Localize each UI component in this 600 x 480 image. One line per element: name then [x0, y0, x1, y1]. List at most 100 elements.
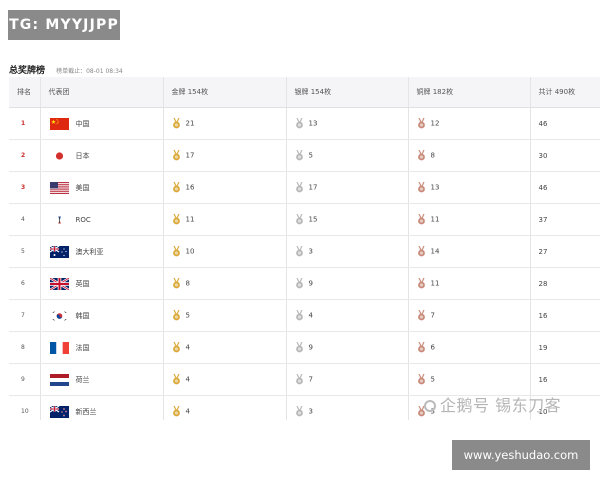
team-cell: 中国 — [40, 107, 164, 140]
australia-flag-icon — [49, 245, 69, 258]
usa-flag-icon — [49, 181, 69, 194]
gold-count: 8 — [185, 279, 190, 288]
page-title: 总奖牌榜 — [9, 66, 46, 76]
silver-cell: 4 — [286, 299, 409, 332]
total-cell: 37 — [530, 203, 600, 236]
gold-count: 4 — [185, 375, 190, 384]
rank-cell: 3 — [9, 171, 41, 204]
gold-medal-icon — [172, 278, 181, 289]
column-header-team[interactable]: 代表团 — [40, 77, 164, 108]
rank-cell: 6 — [9, 267, 41, 300]
bronze-medal-icon — [417, 278, 426, 289]
silver-medal-icon — [295, 118, 304, 129]
deadline-text: 榜单截止：08-01 08:34 — [56, 68, 123, 75]
table-row[interactable]: 1 中国 21 13 12 46 — [9, 107, 600, 140]
total-cell: 16 — [530, 363, 600, 396]
gold-cell: 8 — [163, 267, 287, 300]
gold-medal-icon — [172, 118, 181, 129]
silver-cell: 15 — [286, 203, 409, 236]
silver-cell: 9 — [286, 267, 409, 300]
team-cell: ROC — [40, 203, 164, 236]
team-name: 中国 — [75, 119, 90, 128]
bronze-count: 8 — [430, 151, 435, 160]
korea-flag-icon — [49, 309, 69, 322]
silver-count: 13 — [308, 119, 318, 128]
table-row[interactable]: 7 韩国 5 4 7 16 — [9, 299, 600, 332]
column-header-silver[interactable]: 银牌 154枚 — [286, 77, 409, 108]
silver-medal-icon — [295, 310, 304, 321]
team-cell: 荷兰 — [40, 363, 164, 396]
gold-cell: 10 — [163, 235, 287, 268]
medal-table: 排名 代表团 金牌 154枚 银牌 154枚 铜牌 182枚 共计 490枚 1… — [9, 77, 600, 428]
column-header-rank[interactable]: 排名 — [9, 77, 41, 108]
silver-count: 17 — [308, 183, 318, 192]
uk-flag-icon — [49, 277, 69, 290]
total-cell: 27 — [530, 235, 600, 268]
table-row[interactable]: 9 荷兰 4 7 5 16 — [9, 363, 600, 396]
rank-cell: 1 — [9, 107, 41, 140]
gold-medal-icon — [172, 310, 181, 321]
gold-count: 17 — [185, 151, 195, 160]
silver-count: 5 — [308, 151, 313, 160]
bronze-count: 14 — [430, 247, 440, 256]
team-name: 法国 — [75, 343, 90, 352]
rank-cell: 5 — [9, 235, 41, 268]
gold-count: 4 — [185, 407, 190, 416]
silver-count: 15 — [308, 215, 318, 224]
table-row[interactable]: 6 英国 8 9 11 28 — [9, 267, 600, 300]
bronze-cell: 11 — [408, 267, 531, 300]
table-row[interactable]: 2 日本 17 5 8 30 — [9, 139, 600, 172]
column-header-total[interactable]: 共计 490枚 — [530, 77, 600, 108]
gold-count: 5 — [185, 311, 190, 320]
silver-count: 9 — [308, 343, 313, 352]
silver-medal-icon — [295, 406, 304, 417]
team-cell: 法国 — [40, 331, 164, 364]
silver-cell: 5 — [286, 139, 409, 172]
bronze-count: 11 — [430, 215, 440, 224]
team-cell: 日本 — [40, 139, 164, 172]
bronze-medal-icon — [417, 150, 426, 161]
gold-medal-icon — [172, 182, 181, 193]
bronze-cell: 6 — [408, 331, 531, 364]
team-cell: 澳大利亚 — [40, 235, 164, 268]
table-row[interactable]: 8 法国 4 9 6 19 — [9, 331, 600, 364]
silver-medal-icon — [295, 342, 304, 353]
gold-medal-icon — [172, 246, 181, 257]
gold-cell: 5 — [163, 299, 287, 332]
bronze-medal-icon — [417, 374, 426, 385]
team-name: 美国 — [75, 183, 90, 192]
table-row[interactable]: 5 澳大利亚 10 3 14 27 — [9, 235, 600, 268]
watermark-text: 企鹅号 锡东刀客 — [440, 396, 562, 415]
bronze-count: 7 — [430, 311, 435, 320]
gold-cell: 17 — [163, 139, 287, 172]
team-name: 荷兰 — [75, 375, 90, 384]
gold-count: 16 — [185, 183, 195, 192]
tg-badge: TG: MYYJJPP — [8, 10, 120, 40]
table-row[interactable]: 4 ROC 11 15 11 37 — [9, 203, 600, 236]
bronze-cell: 13 — [408, 171, 531, 204]
column-header-gold[interactable]: 金牌 154枚 — [163, 77, 287, 108]
team-name: 日本 — [75, 151, 90, 160]
bronze-count: 12 — [430, 119, 440, 128]
team-name: 英国 — [75, 279, 90, 288]
bronze-cell: 8 — [408, 139, 531, 172]
silver-medal-icon — [295, 278, 304, 289]
bronze-medal-icon — [417, 342, 426, 353]
table-row[interactable]: 3 美国 16 17 13 46 — [9, 171, 600, 204]
bronze-count: 6 — [430, 343, 435, 352]
bronze-medal-icon — [417, 182, 426, 193]
total-cell: 28 — [530, 267, 600, 300]
total-cell: 46 — [530, 107, 600, 140]
silver-count: 4 — [308, 311, 313, 320]
rank-cell: 7 — [9, 299, 41, 332]
silver-count: 7 — [308, 375, 313, 384]
column-header-bronze[interactable]: 铜牌 182枚 — [408, 77, 531, 108]
team-cell: 美国 — [40, 171, 164, 204]
silver-medal-icon — [295, 374, 304, 385]
bronze-cell: 12 — [408, 107, 531, 140]
rank-cell: 8 — [9, 331, 41, 364]
bronze-medal-icon — [417, 246, 426, 257]
silver-cell: 17 — [286, 171, 409, 204]
silver-cell: 3 — [286, 235, 409, 268]
china-flag-icon — [49, 117, 69, 130]
